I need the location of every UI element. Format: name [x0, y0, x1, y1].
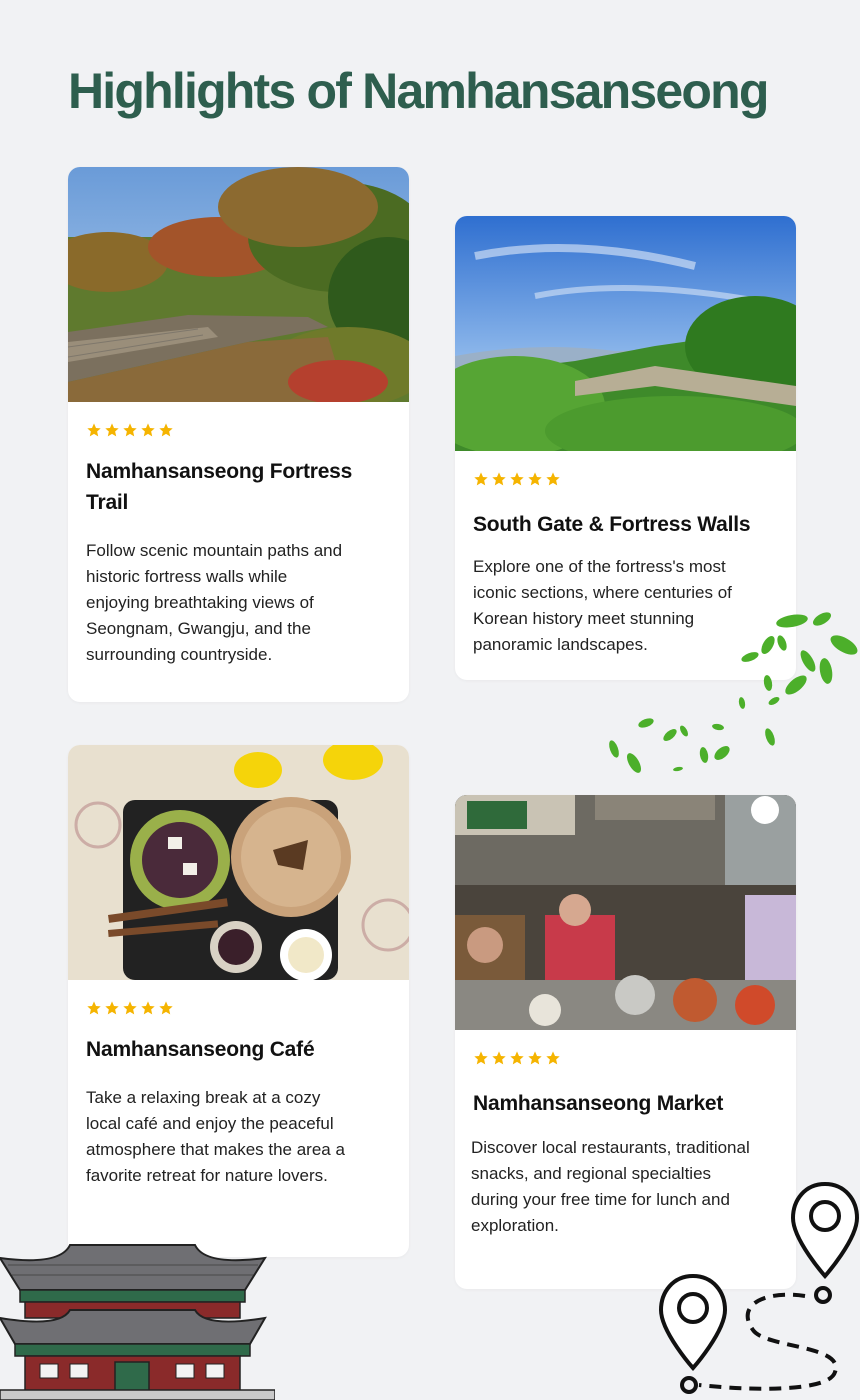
cafe-bingsu-dessert-photo [68, 745, 409, 980]
summer-fortress-wall-photo [455, 216, 796, 451]
star-icon [510, 472, 524, 486]
star-icon [510, 1051, 524, 1065]
card-title: South Gate & Fortress Walls [473, 513, 751, 536]
rating-stars [86, 1000, 391, 1020]
card-title: Namhansanseong Market [473, 1092, 724, 1115]
star-icon [492, 472, 506, 486]
star-icon [87, 423, 101, 437]
card-title: Namhansanseong Café [86, 1038, 315, 1061]
star-icon [474, 472, 488, 486]
star-icon [528, 1051, 542, 1065]
card-title: Namhansanseong Fortress Trail [86, 460, 353, 514]
card-description: Take a relaxing break at a cozy local ca… [86, 1088, 345, 1185]
star-icon [87, 1001, 101, 1015]
star-icon [546, 1051, 560, 1065]
star-icon [105, 423, 119, 437]
highlight-card-fortress-trail[interactable]: Namhansanseong Fortress Trail Follow sce… [68, 167, 409, 702]
rating-stars [473, 471, 778, 491]
rating-stars [473, 1050, 778, 1070]
korean-gate-icon [0, 1244, 275, 1400]
card-description: Follow scenic mountain paths and histori… [86, 541, 343, 664]
star-icon [546, 472, 560, 486]
star-icon [123, 423, 137, 437]
star-icon [105, 1001, 119, 1015]
traditional-market-photo [455, 795, 796, 1030]
map-pin-route-icon [658, 1181, 860, 1394]
leaves-icon [609, 612, 858, 773]
rating-stars [86, 422, 391, 442]
highlight-card-cafe[interactable]: Namhansanseong Café Take a relaxing brea… [68, 745, 409, 1257]
star-icon [528, 472, 542, 486]
page-title: Highlights of Namhansanseong [68, 63, 769, 119]
star-icon [492, 1051, 506, 1065]
star-icon [141, 423, 155, 437]
star-icon [159, 423, 173, 437]
star-icon [123, 1001, 137, 1015]
star-icon [159, 1001, 173, 1015]
autumn-fortress-wall-photo [68, 167, 409, 402]
star-icon [474, 1051, 488, 1065]
star-icon [141, 1001, 155, 1015]
